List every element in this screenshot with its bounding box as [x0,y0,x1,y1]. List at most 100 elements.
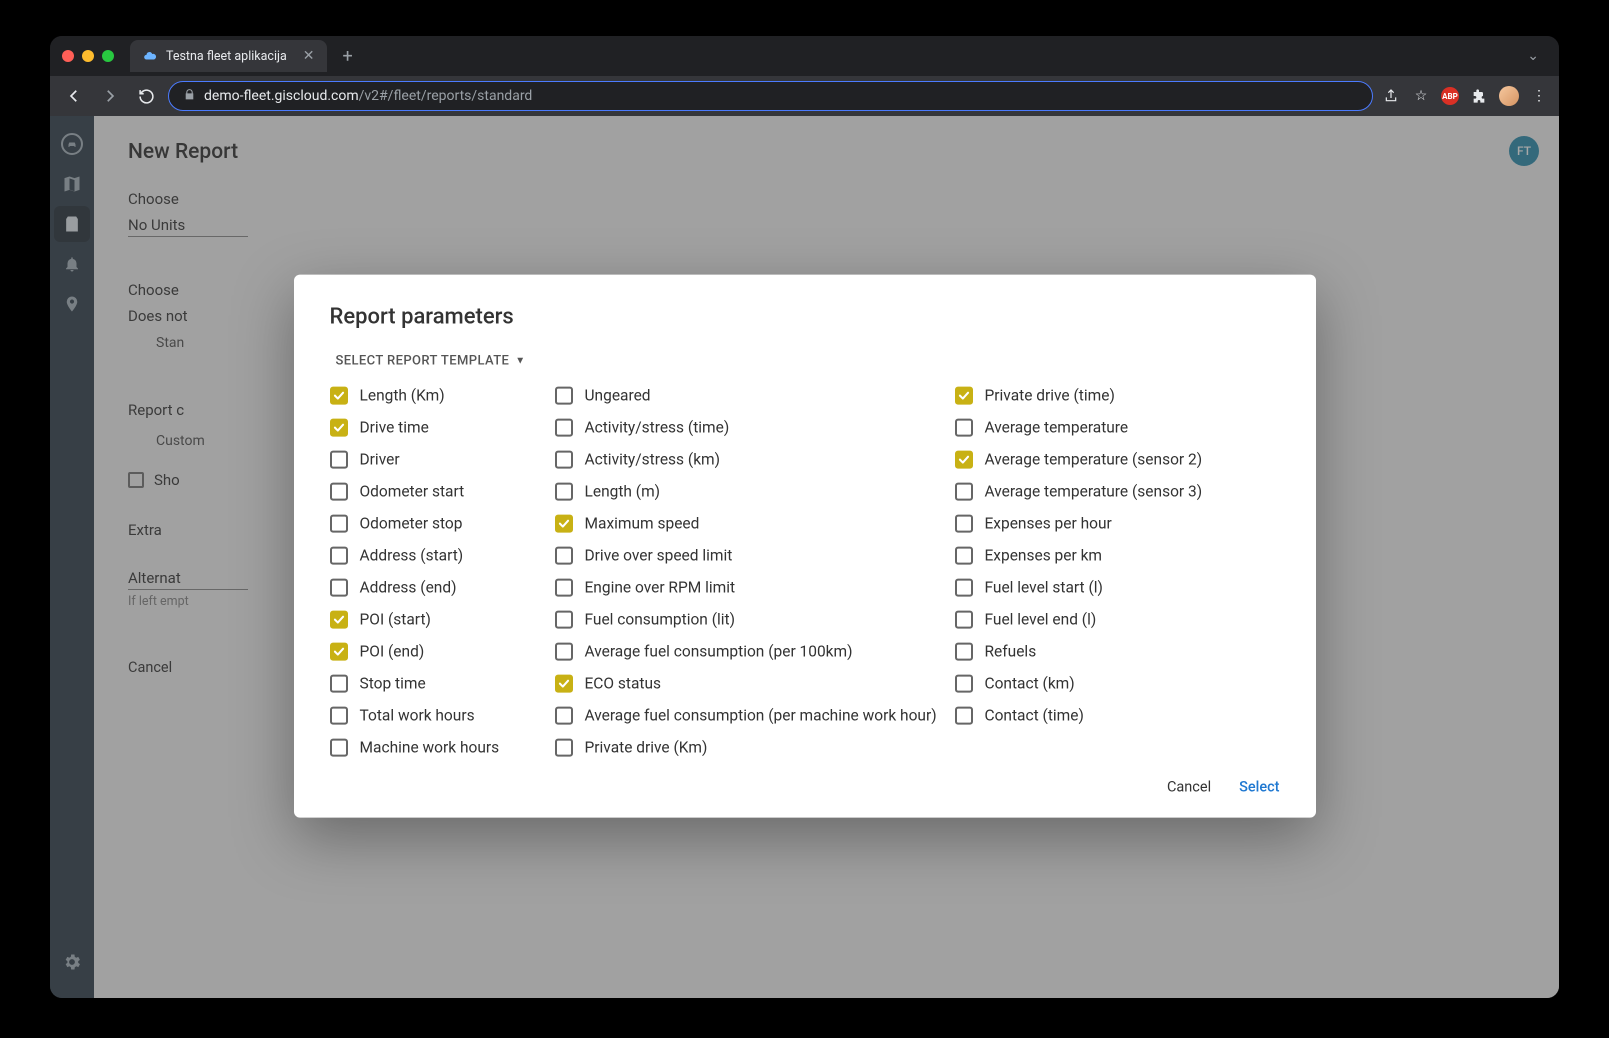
checkbox-unchecked-icon [955,675,973,693]
parameter-checkbox-row[interactable]: Maximum speed [555,515,955,533]
checkbox-unchecked-icon [955,483,973,501]
checkbox-unchecked-icon [555,547,573,565]
checkbox-checked-icon [955,451,973,469]
parameters-column-2: Ungeared Activity/stress (time) Activity/s… [555,387,955,757]
parameter-label: Average temperature (sensor 2) [985,451,1203,469]
parameter-checkbox-row[interactable]: Expenses per km [955,547,1255,565]
parameter-checkbox-row[interactable]: Activity/stress (km) [555,451,955,469]
forward-button[interactable] [96,82,124,110]
parameter-label: Refuels [985,643,1037,661]
parameter-checkbox-row[interactable]: ECO status [555,675,955,693]
parameter-checkbox-row[interactable]: Refuels [955,643,1255,661]
parameter-label: Expenses per km [985,547,1103,565]
parameters-grid: Length (Km) Drive time Driver Odometer star… [330,387,1280,757]
toolbar-icons: ☆ ABP ⋮ [1381,86,1549,106]
select-report-template-dropdown[interactable]: SELECT REPORT TEMPLATE ▼ [336,354,1280,369]
tab-title: Testna fleet aplikacija [166,49,287,64]
parameter-label: Stop time [360,675,426,693]
dialog-select-button[interactable]: Select [1239,779,1279,796]
checkbox-unchecked-icon [955,611,973,629]
browser-menu-icon[interactable]: ⋮ [1529,86,1549,106]
parameter-checkbox-row[interactable]: Drive over speed limit [555,547,955,565]
parameter-checkbox-row[interactable]: Drive time [330,419,555,437]
close-tab-icon[interactable]: ✕ [303,48,315,64]
parameter-checkbox-row[interactable]: Average temperature [955,419,1255,437]
parameter-checkbox-row[interactable]: POI (end) [330,643,555,661]
parameter-label: Odometer start [360,483,465,501]
parameter-checkbox-row[interactable]: Contact (time) [955,707,1255,725]
parameter-checkbox-row[interactable]: Address (start) [330,547,555,565]
checkbox-unchecked-icon [555,643,573,661]
parameter-checkbox-row[interactable]: Private drive (Km) [555,739,955,757]
parameter-checkbox-row[interactable]: Contact (km) [955,675,1255,693]
content-area: New Report FT Choose No Units Choose Doe… [50,116,1559,998]
titlebar: Testna fleet aplikacija ✕ + ⌄ [50,36,1559,76]
checkbox-checked-icon [330,387,348,405]
share-icon[interactable] [1381,86,1401,106]
parameter-label: Drive over speed limit [585,547,733,565]
lock-icon [183,88,196,105]
parameter-checkbox-row[interactable]: Total work hours [330,707,555,725]
maximize-window-button[interactable] [102,50,114,62]
profile-avatar-icon[interactable] [1499,86,1519,106]
parameter-checkbox-row[interactable]: Fuel level end (l) [955,611,1255,629]
parameter-label: Address (start) [360,547,464,565]
parameter-label: Fuel level start (l) [985,579,1103,597]
browser-tab[interactable]: Testna fleet aplikacija ✕ [130,40,327,72]
parameter-checkbox-row[interactable]: Activity/stress (time) [555,419,955,437]
checkbox-unchecked-icon [555,739,573,757]
parameter-checkbox-row[interactable]: Address (end) [330,579,555,597]
bookmark-star-icon[interactable]: ☆ [1411,86,1431,106]
parameter-checkbox-row[interactable]: Fuel consumption (lit) [555,611,955,629]
checkbox-checked-icon [555,515,573,533]
parameter-label: Average temperature [985,419,1129,437]
back-button[interactable] [60,82,88,110]
parameter-checkbox-row[interactable]: Driver [330,451,555,469]
parameter-checkbox-row[interactable]: Expenses per hour [955,515,1255,533]
adblock-icon[interactable]: ABP [1441,87,1459,105]
checkbox-unchecked-icon [955,643,973,661]
parameter-checkbox-row[interactable]: Ungeared [555,387,955,405]
report-parameters-dialog: Report parameters SELECT REPORT TEMPLATE… [294,275,1316,818]
extensions-icon[interactable] [1469,86,1489,106]
checkbox-checked-icon [330,419,348,437]
parameter-checkbox-row[interactable]: Length (m) [555,483,955,501]
checkbox-unchecked-icon [955,515,973,533]
parameter-label: Average fuel consumption (per 100km) [585,643,853,661]
parameter-label: Engine over RPM limit [585,579,736,597]
address-bar[interactable]: demo-fleet.giscloud.com/v2#/fleet/report… [168,81,1373,111]
parameter-checkbox-row[interactable]: Length (Km) [330,387,555,405]
close-window-button[interactable] [62,50,74,62]
checkbox-unchecked-icon [330,483,348,501]
minimize-window-button[interactable] [82,50,94,62]
checkbox-unchecked-icon [330,515,348,533]
parameters-column-3: Private drive (time) Average temperature A… [955,387,1255,757]
window-controls [62,50,114,62]
tab-overflow-icon[interactable]: ⌄ [1519,48,1547,64]
parameter-label: Fuel level end (l) [985,611,1097,629]
parameter-checkbox-row[interactable]: Average fuel consumption (per 100km) [555,643,955,661]
dialog-actions: Cancel Select [330,779,1280,796]
parameter-checkbox-row[interactable]: Machine work hours [330,739,555,757]
parameter-checkbox-row[interactable]: Odometer start [330,483,555,501]
parameter-label: POI (start) [360,611,431,629]
parameter-checkbox-row[interactable]: Average fuel consumption (per machine wo… [555,707,955,725]
parameter-checkbox-row[interactable]: Stop time [330,675,555,693]
parameter-checkbox-row[interactable]: Engine over RPM limit [555,579,955,597]
parameters-column-1: Length (Km) Drive time Driver Odometer star… [330,387,555,757]
parameter-label: Ungeared [585,387,651,405]
parameter-checkbox-row[interactable]: POI (start) [330,611,555,629]
checkbox-unchecked-icon [555,387,573,405]
checkbox-checked-icon [955,387,973,405]
parameter-checkbox-row[interactable]: Odometer stop [330,515,555,533]
parameter-label: Odometer stop [360,515,463,533]
parameter-checkbox-row[interactable]: Fuel level start (l) [955,579,1255,597]
parameter-checkbox-row[interactable]: Average temperature (sensor 3) [955,483,1255,501]
new-tab-button[interactable]: + [335,46,361,67]
parameter-checkbox-row[interactable]: Average temperature (sensor 2) [955,451,1255,469]
parameter-checkbox-row[interactable]: Private drive (time) [955,387,1255,405]
dialog-cancel-button[interactable]: Cancel [1167,779,1211,796]
reload-button[interactable] [132,82,160,110]
url-path: /v2#/fleet/reports/standard [359,88,533,104]
parameter-label: Drive time [360,419,429,437]
